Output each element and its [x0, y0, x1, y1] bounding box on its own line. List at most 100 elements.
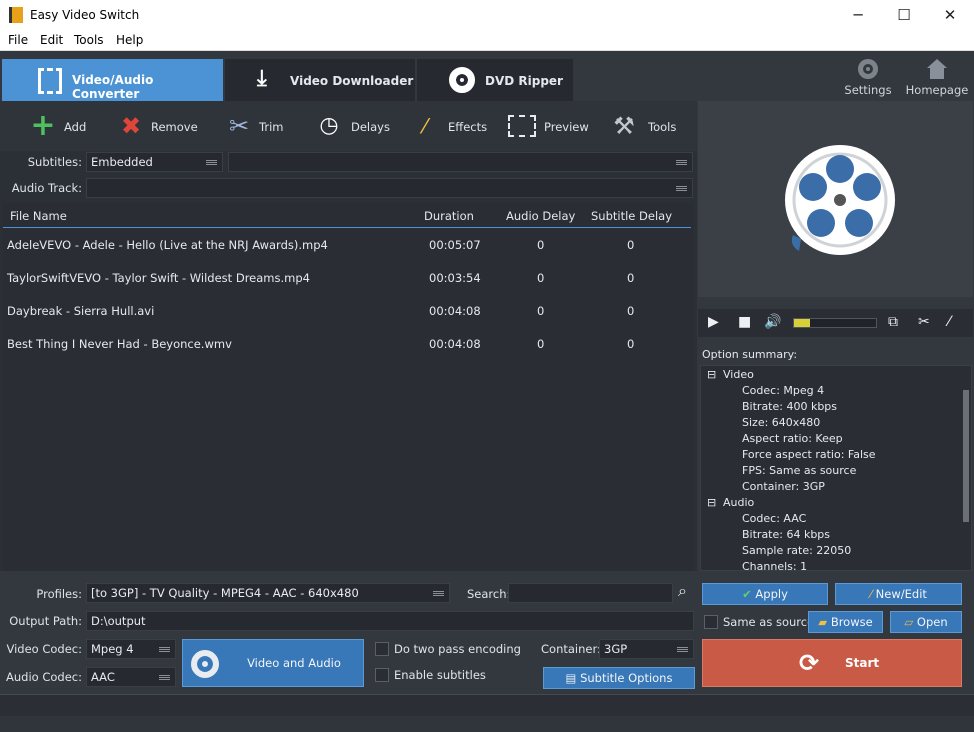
video-codec-select[interactable]: Mpeg 4 [86, 639, 176, 659]
subtitle-options-button[interactable]: ▤ Subtitle Options [543, 667, 695, 689]
effects-button[interactable]: ⁄ Effects [412, 113, 490, 139]
apply-button[interactable]: ✔ Apply [702, 583, 828, 605]
stop-icon[interactable]: ■ [738, 314, 751, 330]
enable-subtitles-label: Enable subtitles [394, 668, 486, 682]
add-button[interactable]: + Add [30, 111, 90, 141]
maximize-button[interactable]: ☐ [894, 6, 914, 24]
tab-dvd-ripper[interactable]: DVD Ripper [417, 59, 573, 103]
remove-button[interactable]: ✖ Remove [118, 113, 198, 139]
magic-wand-icon: ⁄ [870, 587, 873, 601]
tree-node-audio[interactable]: Audio [723, 496, 754, 509]
film-icon [38, 68, 62, 94]
menu-edit[interactable]: Edit [40, 33, 63, 47]
volume-level [794, 319, 811, 327]
homepage-button[interactable]: Homepage [902, 59, 972, 97]
table-row[interactable]: TaylorSwiftVEVO - Taylor Swift - Wildest… [3, 269, 691, 302]
enable-subtitles-checkbox[interactable] [375, 668, 389, 682]
search-input[interactable] [508, 583, 673, 603]
search-icon[interactable]: ⌕ [678, 581, 687, 601]
scrollbar-thumb[interactable] [963, 390, 969, 522]
folder-icon: ▰ [818, 615, 828, 629]
tree-leaf: FPS: Same as source [742, 464, 857, 477]
dropdown-icon [433, 591, 444, 596]
convert-arrows-icon: ⟳ [799, 649, 820, 677]
tree-node-video[interactable]: Video [723, 368, 754, 381]
menu-tools[interactable]: Tools [74, 33, 104, 47]
remove-x-icon: ✖ [120, 112, 142, 140]
subtitles-label: Subtitles: [27, 155, 82, 169]
play-icon[interactable]: ▶ [708, 314, 719, 330]
reel-icon [191, 650, 219, 678]
scissors-icon: ✂ [228, 112, 250, 140]
status-bar [0, 694, 974, 716]
dropdown-icon [676, 160, 687, 165]
summary-scrollbar[interactable] [962, 368, 970, 568]
bottom-panel: Profiles: [to 3GP] - TV Quality - MPEG4 … [0, 571, 974, 716]
table-row[interactable]: Best Thing I Never Had - Beyonce.wmv 00:… [3, 335, 691, 368]
tree-leaf: Aspect ratio: Keep [742, 432, 843, 445]
film-reel-icon [785, 145, 895, 255]
audio-codec-label: Audio Codec: [6, 670, 82, 684]
top-bar: Video/Audio Converter ⤓ Video Downloader… [0, 51, 974, 103]
magic-wand-icon[interactable]: ⁄ [948, 314, 950, 330]
tree-leaf: Force aspect ratio: False [742, 448, 876, 461]
subtitles-file-select[interactable] [228, 152, 693, 172]
tab-video-downloader[interactable]: ⤓ Video Downloader [225, 59, 415, 103]
video-codec-label: Video Codec: [6, 642, 82, 656]
column-file-name[interactable]: File Name [10, 209, 67, 223]
tree-leaf: Sample rate: 22050 [742, 544, 852, 557]
start-button[interactable]: ⟳ Start [702, 639, 962, 687]
magic-wand-icon: ⁄ [423, 114, 427, 138]
table-row[interactable]: Daybreak - Sierra Hull.avi 00:04:08 0 0 [3, 302, 691, 335]
close-button[interactable]: ✕ [940, 6, 960, 24]
audio-track-label: Audio Track: [11, 181, 82, 195]
tree-leaf: Bitrate: 64 kbps [742, 528, 831, 541]
subtitle-icon: ▤ [565, 671, 577, 685]
volume-slider[interactable] [793, 318, 877, 328]
tree-leaf: Codec: Mpeg 4 [742, 384, 825, 397]
new-edit-button[interactable]: ⁄ New/Edit [835, 583, 962, 605]
tree-leaf: Size: 640x480 [742, 416, 821, 429]
table-row[interactable]: AdeleVEVO - Adele - Hello (Live at the N… [3, 236, 691, 269]
two-pass-checkbox[interactable] [375, 642, 389, 656]
column-audio-delay[interactable]: Audio Delay [506, 209, 575, 223]
tree-leaf: Bitrate: 400 kbps [742, 400, 838, 413]
settings-button[interactable]: Settings [833, 59, 903, 97]
toolbar: + Add ✖ Remove ✂ Trim ◷ Delays ⁄ Effects… [0, 101, 697, 151]
output-path-label: Output Path: [9, 614, 82, 628]
minimize-button[interactable]: ─ [848, 6, 868, 24]
menu-file[interactable]: File [8, 33, 28, 47]
title-bar: Easy Video Switch ─ ☐ ✕ [0, 0, 974, 31]
collapse-icon[interactable]: ⊟ [707, 496, 716, 509]
column-duration[interactable]: Duration [424, 209, 474, 223]
delays-button[interactable]: ◷ Delays [316, 113, 390, 139]
audio-codec-select[interactable]: AAC [86, 667, 176, 687]
menu-help[interactable]: Help [116, 33, 143, 47]
two-pass-label: Do two pass encoding [394, 642, 521, 656]
file-table: File Name Duration Audio Delay Subtitle … [3, 203, 693, 571]
preview-button[interactable]: Preview [508, 113, 589, 139]
subtitles-select[interactable]: Embedded [86, 152, 223, 172]
gear-icon [858, 59, 878, 79]
trim-button[interactable]: ✂ Trim [226, 113, 286, 139]
open-button[interactable]: ▱ Open [890, 611, 962, 633]
output-path-input[interactable]: D:\output [86, 611, 694, 631]
browse-button[interactable]: ▰ Browse [808, 611, 883, 633]
same-as-source-checkbox[interactable] [704, 615, 718, 629]
volume-icon[interactable]: 🔊 [764, 314, 781, 330]
player-controls: ▶ ■ 🔊 ⧉ ✂ ⁄ [698, 309, 973, 337]
right-panel: ▶ ■ 🔊 ⧉ ✂ ⁄ Option summary: ⊟ Video Code… [697, 101, 974, 571]
audio-track-select[interactable] [86, 178, 693, 198]
tab-video-audio-converter[interactable]: Video/Audio Converter [2, 59, 223, 103]
container-select[interactable]: 3GP [599, 639, 694, 659]
disc-icon [449, 67, 475, 93]
tree-leaf: Channels: 1 [742, 560, 808, 571]
dropdown-icon [676, 186, 687, 191]
tools-button[interactable]: ⚒ Tools [611, 113, 681, 139]
collapse-icon[interactable]: ⊟ [707, 368, 716, 381]
video-audio-options-button[interactable]: Video and Audio Options [182, 639, 364, 716]
profiles-select[interactable]: [to 3GP] - TV Quality - MPEG4 - AAC - 64… [86, 583, 450, 603]
scissors-icon[interactable]: ✂ [918, 314, 930, 330]
external-window-icon[interactable]: ⧉ [888, 314, 898, 330]
column-subtitle-delay[interactable]: Subtitle Delay [591, 209, 672, 223]
